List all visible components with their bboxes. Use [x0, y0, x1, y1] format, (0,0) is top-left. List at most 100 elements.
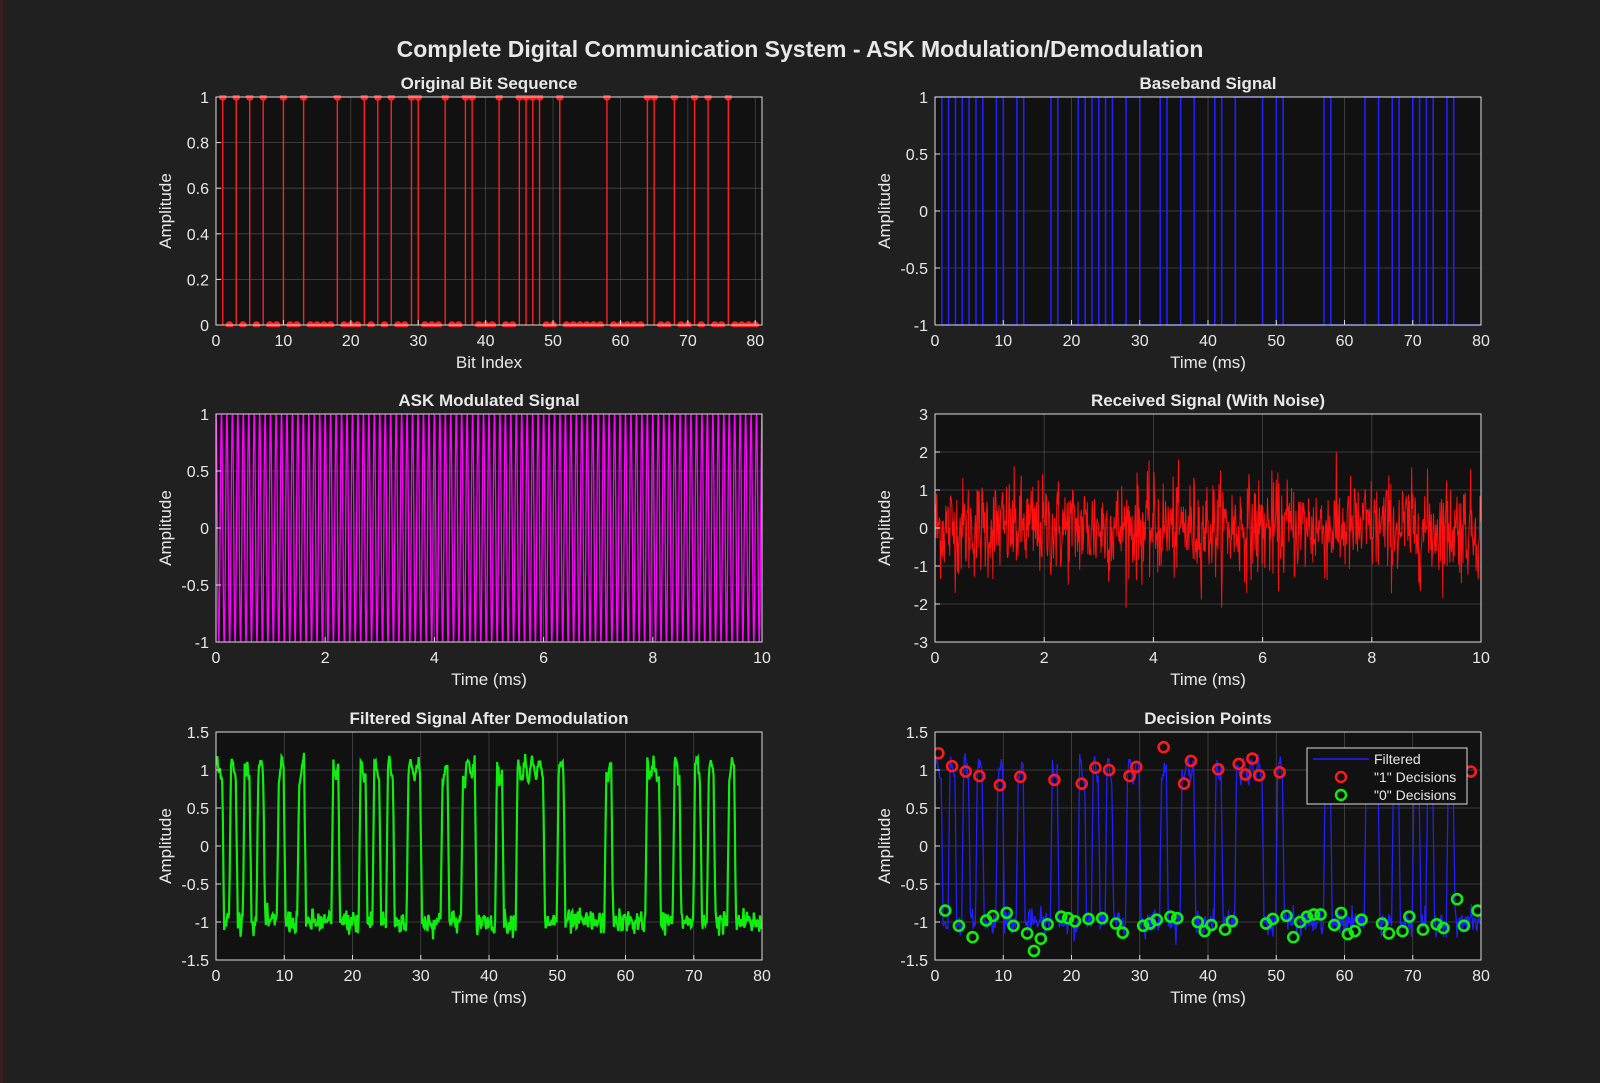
y-tick-label: 0: [200, 521, 209, 538]
y-tick-label: 2: [919, 445, 928, 462]
x-tick-label: 40: [477, 333, 495, 350]
panel-received: 0 2 4 6 8 10 -3 -2 -1 0 1 2 3 Received Signal (With N…: [875, 391, 1490, 689]
legend-entry: Filtered: [1374, 751, 1421, 767]
panel-filtered: 0 10 20 30 40 50 60 70 80 -1.5 -1 -0.5 0 0.5 1 1.5 Filte…: [156, 709, 771, 1007]
x-tick-label: 6: [539, 650, 548, 667]
x-tick-label: 50: [544, 333, 562, 350]
figure-title: Complete Digital Communication System - …: [397, 36, 1204, 62]
x-tick-label: 60: [1336, 333, 1354, 350]
x-tick-label: 10: [1472, 650, 1490, 667]
panel-title: Filtered Signal After Demodulation: [350, 709, 629, 728]
legend-entry: "0" Decisions: [1374, 787, 1456, 803]
y-axis-label: Amplitude: [156, 490, 175, 566]
x-tick-label: 60: [612, 333, 630, 350]
y-axis-label: Amplitude: [156, 173, 175, 249]
x-tick-label: 60: [1336, 968, 1354, 985]
y-tick-label: 1: [919, 90, 928, 107]
legend-entry: "1" Decisions: [1374, 769, 1456, 785]
x-tick-label: 40: [480, 968, 498, 985]
x-axis-label: Time (ms): [451, 988, 527, 1007]
x-tick-label: 80: [753, 968, 771, 985]
x-tick-label: 20: [344, 968, 362, 985]
x-tick-label: 10: [275, 333, 293, 350]
y-tick-label: 0: [919, 204, 928, 221]
x-axis-label: Time (ms): [1170, 670, 1246, 689]
x-tick-label: 0: [931, 968, 940, 985]
legend: Filtered "1" Decisions "0" Decisions: [1306, 747, 1468, 805]
y-tick-label: -1: [914, 318, 928, 335]
y-tick-label: 1: [200, 90, 209, 107]
y-tick-label: 0.5: [906, 801, 928, 818]
x-tick-label: 80: [746, 333, 764, 350]
x-tick-label: 10: [275, 968, 293, 985]
y-tick-label: -3: [914, 635, 928, 652]
x-tick-label: 70: [679, 333, 697, 350]
y-tick-label: -1.5: [181, 953, 209, 970]
panel-title: Original Bit Sequence: [401, 74, 578, 93]
x-tick-label: 10: [994, 333, 1012, 350]
x-tick-label: 70: [1404, 968, 1422, 985]
x-tick-label: 10: [753, 650, 771, 667]
y-axis-label: Amplitude: [875, 173, 894, 249]
x-tick-label: 8: [1367, 650, 1376, 667]
y-tick-label: 1: [919, 763, 928, 780]
x-tick-label: 0: [212, 650, 221, 667]
x-tick-label: 50: [548, 968, 566, 985]
y-tick-label: 1: [200, 763, 209, 780]
y-tick-label: -1.5: [900, 953, 928, 970]
figure: Complete Digital Communication System - …: [0, 0, 1600, 1083]
chart-canvas: Complete Digital Communication System - …: [156, 36, 1490, 1007]
x-tick-label: 30: [409, 333, 427, 350]
x-axis-label: Bit Index: [456, 353, 523, 372]
y-tick-label: -0.5: [900, 877, 928, 894]
panel-bits: 0 10 20 30 40 50 60 70 80 0 0.2 0.4 0.6 0.8 1 Original …: [156, 74, 764, 372]
x-tick-label: 50: [1267, 968, 1285, 985]
y-tick-label: 0: [919, 839, 928, 856]
x-tick-label: 30: [412, 968, 430, 985]
x-axis-label: Time (ms): [1170, 353, 1246, 372]
x-tick-label: 2: [1040, 650, 1049, 667]
y-tick-label: 1: [919, 483, 928, 500]
y-tick-label: 0.6: [187, 181, 209, 198]
x-tick-label: 10: [994, 968, 1012, 985]
panel-baseband: 0 10 20 30 40 50 60 70 80 -1 -0.5 0 0.5 1 Baseband Sig…: [875, 74, 1490, 372]
x-tick-label: 40: [1199, 333, 1217, 350]
x-tick-label: 20: [1063, 333, 1081, 350]
y-tick-label: 0.5: [906, 147, 928, 164]
panel-ask: 0 2 4 6 8 10 -1 -0.5 0 0.5 1 ASK Modulated Signal Ti…: [156, 391, 771, 689]
x-tick-label: 40: [1199, 968, 1217, 985]
y-tick-label: -2: [914, 597, 928, 614]
y-axis-label: Amplitude: [875, 808, 894, 884]
y-tick-label: 1.5: [187, 725, 209, 742]
x-tick-label: 30: [1131, 333, 1149, 350]
y-tick-label: 0.4: [187, 227, 209, 244]
x-axis-label: Time (ms): [1170, 988, 1246, 1007]
x-tick-label: 8: [648, 650, 657, 667]
panel-title: Baseband Signal: [1140, 74, 1277, 93]
x-tick-label: 70: [685, 968, 703, 985]
y-tick-label: -1: [914, 559, 928, 576]
y-tick-label: -1: [914, 915, 928, 932]
y-tick-label: -0.5: [181, 877, 209, 894]
x-tick-label: 30: [1131, 968, 1149, 985]
x-tick-label: 20: [1063, 968, 1081, 985]
x-tick-label: 2: [321, 650, 330, 667]
x-axis-label: Time (ms): [451, 670, 527, 689]
panel-title: ASK Modulated Signal: [398, 391, 579, 410]
x-tick-label: 0: [931, 650, 940, 667]
x-tick-label: 80: [1472, 968, 1490, 985]
x-tick-label: 0: [931, 333, 940, 350]
y-tick-label: 0: [200, 839, 209, 856]
x-tick-label: 0: [212, 968, 221, 985]
y-tick-label: 0.5: [187, 464, 209, 481]
y-tick-label: -1: [195, 915, 209, 932]
x-tick-label: 4: [430, 650, 439, 667]
panel-title: Decision Points: [1144, 709, 1272, 728]
x-tick-label: 60: [617, 968, 635, 985]
x-tick-label: 6: [1258, 650, 1267, 667]
x-tick-label: 20: [342, 333, 360, 350]
y-tick-label: 0: [919, 521, 928, 538]
y-tick-label: 1.5: [906, 725, 928, 742]
y-tick-label: -0.5: [900, 261, 928, 278]
y-tick-label: 0: [200, 318, 209, 335]
